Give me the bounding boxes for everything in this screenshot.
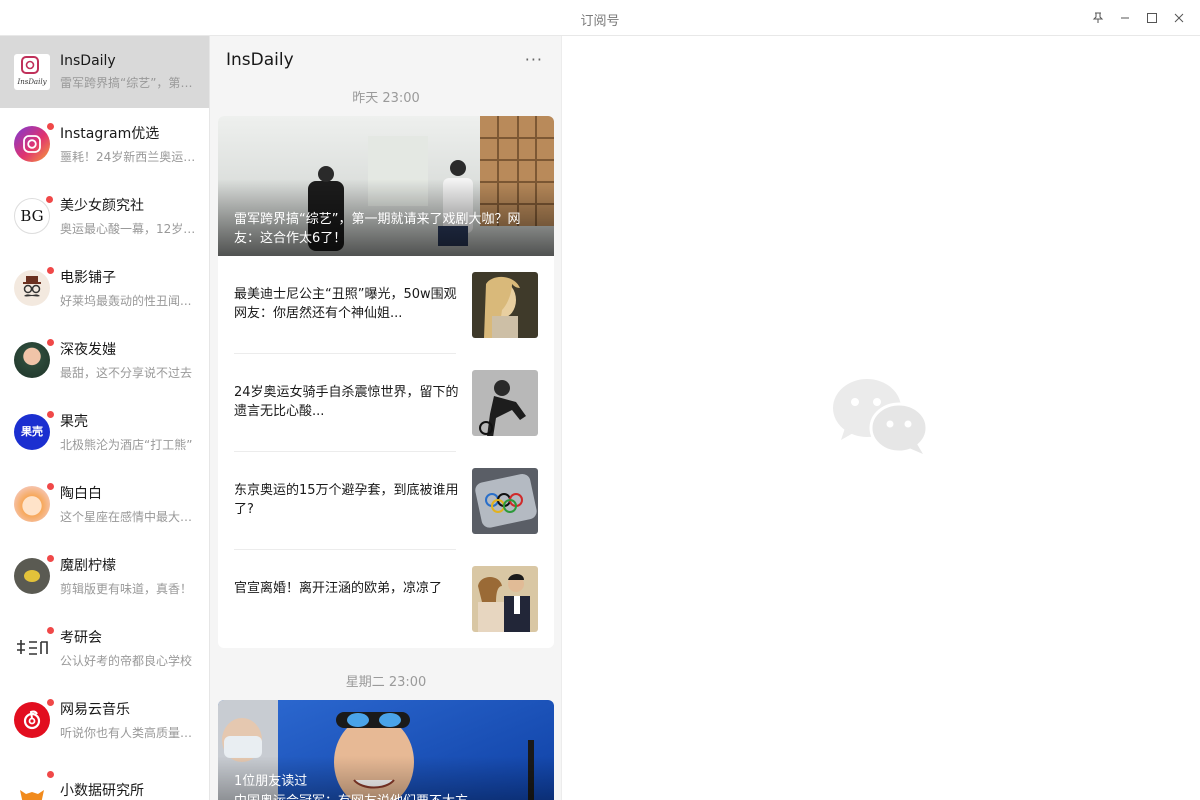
article-panel: InsDaily ··· 昨天 23:00 雷军跨界搞“综艺”，第一期就请来了戏… [210, 36, 562, 800]
account-item-meishaonv[interactable]: BG 美少女颜究社 奥运最心酸一幕，12岁少女 [0, 180, 209, 252]
article-title: 24岁奥运女骑手自杀震惊世界，留下的遗言无比心酸... [234, 385, 459, 419]
group-timestamp: 昨天 23:00 [352, 91, 420, 106]
reading-pane [562, 36, 1200, 800]
unread-dot [47, 339, 54, 346]
account-preview: 公认好考的帝都良心学校 [60, 654, 193, 668]
cartoon-girl-avatar [14, 483, 54, 522]
article-title: 官宣离婚！离开汪涵的欧弟，凉凉了 [234, 581, 443, 596]
window-title: 订阅号 [580, 14, 620, 29]
unread-dot [47, 411, 54, 418]
hero-article[interactable]: 1位朋友读过 中国奥运会冠军：有网友说他们要不大方 [218, 700, 554, 800]
svg-text:InsDaily: InsDaily [16, 78, 47, 86]
account-item-guoke[interactable]: 果壳 果壳 北极熊沦为酒店“打工熊” [0, 396, 209, 468]
netease-music-avatar [14, 699, 54, 738]
pin-icon[interactable] [1088, 8, 1108, 28]
guokr-avatar: 果壳 [14, 411, 54, 450]
account-item-mojuningmeng[interactable]: 魔剧柠檬 剪辑版更有味道，真香！ [0, 540, 209, 612]
svg-text:果壳: 果壳 [20, 424, 43, 438]
account-name: 深夜发媸 [60, 342, 116, 358]
account-item-wangyiyun[interactable]: 网易云音乐 听说你也有人类高质量歌单 [0, 684, 209, 756]
group-timestamp: 星期二 23:00 [345, 675, 427, 690]
hero-article[interactable]: 雷军跨界搞“综艺”，第一期就请来了戏剧大咖？网友：这合作太6了！ [218, 116, 554, 256]
minimize-icon[interactable] [1115, 8, 1135, 28]
article-item[interactable]: 东京奥运的15万个避孕套，到底被谁用了? [218, 452, 554, 550]
kaoyan-avatar [14, 627, 54, 666]
article-item[interactable]: 最美迪士尼公主“丑照”曝光，50w围观网友：你居然还有个神仙姐... [218, 256, 554, 354]
instagram-avatar [14, 123, 54, 162]
account-item-shenyefachi[interactable]: 深夜发媸 最甜，这不分享说不过去 [0, 324, 209, 396]
fox-avatar [14, 771, 54, 800]
unread-dot [47, 267, 54, 274]
account-preview: 这个星座在感情中最大的问题 [60, 510, 200, 524]
account-item-kaoyanhui[interactable]: 考研会 公认好考的帝都良心学校 [0, 612, 209, 684]
maximize-icon[interactable] [1142, 8, 1162, 28]
article-thumbnail [472, 468, 538, 534]
account-preview: 北极熊沦为酒店“打工熊” [60, 438, 193, 452]
article-title: 东京奥运的15万个避孕套，到底被谁用了? [234, 483, 459, 517]
unread-dot [47, 699, 54, 706]
account-name: 考研会 [60, 630, 102, 646]
mustache-avatar [14, 267, 54, 306]
lemon-avatar [14, 555, 54, 594]
account-preview: 最甜，这不分享说不过去 [60, 366, 193, 380]
svg-text:BG: BG [20, 207, 43, 225]
hero-caption: 雷军跨界搞“综艺”，第一期就请来了戏剧大咖？网友：这合作太6了！ [234, 212, 521, 246]
insdaily-avatar: InsDaily [14, 54, 50, 90]
close-icon[interactable] [1169, 8, 1189, 28]
article-item[interactable]: 24岁奥运女骑手自杀震惊世界，留下的遗言无比心酸... [218, 354, 554, 452]
account-name: 美少女颜究社 [60, 198, 144, 214]
hero-caption: 中国奥运会冠军：有网友说他们要不大方 [234, 792, 540, 800]
account-item-dianyingpuzi[interactable]: 电影铺子 好莱坞最轰动的性丑闻... [0, 252, 209, 324]
unread-dot [46, 196, 53, 203]
article-thumbnail [472, 272, 538, 338]
bg-logo-avatar: BG [14, 196, 53, 234]
account-name: 魔剧柠檬 [60, 558, 116, 574]
account-preview: 奥运最心酸一幕，12岁少女 [60, 222, 200, 236]
account-name: InsDaily [60, 53, 116, 69]
account-preview: 雷军跨界搞“综艺”，第一期就请来了戏剧大咖？ [60, 76, 200, 90]
account-preview: 听说你也有人类高质量歌单 [60, 726, 200, 740]
article-title: 最美迪士尼公主“丑照”曝光，50w围观网友：你居然还有个神仙姐... [234, 287, 457, 321]
more-options-icon[interactable]: ··· [525, 50, 543, 69]
title-bar: 订阅号 [0, 0, 1200, 36]
article-item[interactable]: 官宣离婚！离开汪涵的欧弟，凉凉了 [218, 550, 554, 648]
account-item-insdaily[interactable]: InsDaily InsDaily 雷军跨界搞“综艺”，第一期就请来了戏剧大咖？ [0, 36, 209, 108]
article-card: 雷军跨界搞“综艺”，第一期就请来了戏剧大咖？网友：这合作太6了！ 最美迪士尼公主… [218, 116, 554, 648]
account-name: Instagram优选 [60, 126, 160, 142]
account-name: 电影铺子 [60, 270, 116, 286]
account-item-taobaibai[interactable]: 陶白白 这个星座在感情中最大的问题 [0, 468, 209, 540]
panel-title: InsDaily [226, 50, 294, 70]
woman-photo-avatar [14, 339, 54, 378]
account-preview: 好莱坞最轰动的性丑闻... [60, 294, 192, 308]
account-name: 果壳 [60, 414, 88, 430]
unread-dot [47, 771, 54, 778]
friends-read-label: 1位朋友读过 [234, 774, 308, 789]
unread-dot [47, 555, 54, 562]
account-name: 网易云音乐 [60, 702, 130, 718]
unread-dot [47, 123, 54, 130]
account-name: 陶白白 [60, 486, 102, 502]
account-item-xiaoshuju[interactable]: 小数据研究所 [0, 756, 209, 800]
account-preview: 噩耗！24岁新西兰奥运冠军自杀身亡 [60, 150, 200, 164]
wechat-logo-icon [833, 379, 929, 454]
article-thumbnail [472, 370, 538, 436]
account-item-instagram[interactable]: Instagram优选 噩耗！24岁新西兰奥运冠军自杀身亡 [0, 108, 209, 180]
account-preview: 剪辑版更有味道，真香！ [60, 582, 193, 596]
article-card: 1位朋友读过 中国奥运会冠军：有网友说他们要不大方 [218, 700, 554, 800]
account-name: 小数据研究所 [60, 782, 144, 799]
account-list: InsDaily InsDaily 雷军跨界搞“综艺”，第一期就请来了戏剧大咖？… [0, 36, 210, 800]
article-thumbnail [472, 566, 538, 632]
unread-dot [47, 483, 54, 490]
unread-dot [47, 627, 54, 634]
